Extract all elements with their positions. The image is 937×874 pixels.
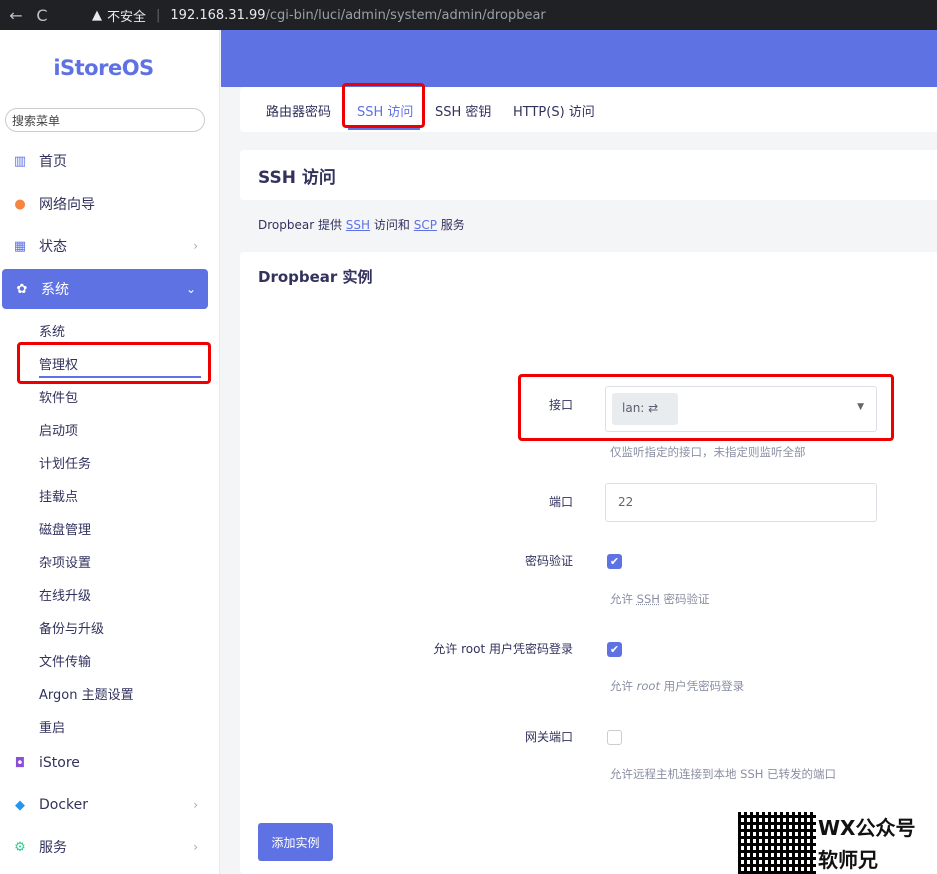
header-band <box>221 30 937 87</box>
submenu-item-disk[interactable]: 磁盘管理 <box>39 519 91 538</box>
password-auth-checkbox[interactable]: ✔ <box>607 554 622 569</box>
submenu-item-argon[interactable]: Argon 主题设置 <box>39 684 134 703</box>
tab-https-access[interactable]: HTTP(S) 访问 <box>513 101 595 120</box>
password-auth-desc-suffix: 密码验证 <box>659 592 710 606</box>
search-input[interactable]: 搜索菜单 <box>5 108 205 132</box>
root-login-desc-root: root <box>636 679 660 693</box>
password-auth-desc-ssh: SSH <box>636 592 660 606</box>
tab-ssh-keys[interactable]: SSH 密钥 <box>435 101 491 120</box>
submenu-item-system[interactable]: 系统 <box>39 321 65 340</box>
password-auth-label: 密码验证 <box>524 554 573 568</box>
sidebar-item-label: Docker <box>39 797 89 813</box>
tab-router-password[interactable]: 路由器密码 <box>266 101 331 120</box>
highlight-ssh-tab <box>342 83 425 128</box>
chevron-right-icon: › <box>193 840 198 854</box>
sidebar-item-status[interactable]: ▦ 状态 › <box>0 226 210 266</box>
qr-code <box>738 812 816 874</box>
sidebar-item-home[interactable]: ▥ 首页 <box>0 141 210 181</box>
watermark: WX公众号 软师兄 <box>738 812 915 874</box>
active-tab-indicator <box>348 128 420 130</box>
security-warning[interactable]: ▲ 不安全 <box>92 6 146 25</box>
page-header: SSH 访问 <box>240 150 937 200</box>
gateway-ports-checkbox[interactable] <box>607 730 622 745</box>
submenu-item-mounts[interactable]: 挂载点 <box>39 486 78 505</box>
url-divider: | <box>156 7 161 23</box>
root-login-label: 允许 root 用户凭密码登录 <box>433 642 573 656</box>
description-middle: 访问和 <box>370 218 414 232</box>
map-pin-icon: ● <box>14 196 26 212</box>
chevron-right-icon: › <box>193 798 198 812</box>
ssh-link[interactable]: SSH <box>346 218 370 232</box>
port-label: 端口 <box>548 495 573 509</box>
submenu-item-file-transfer[interactable]: 文件传输 <box>39 651 91 670</box>
cogs-icon: ⚙ <box>14 839 26 855</box>
description-prefix: Dropbear 提供 <box>258 218 346 232</box>
section-title: Dropbear 实例 <box>258 268 373 286</box>
submenu-item-backup[interactable]: 备份与升级 <box>39 618 104 637</box>
add-instance-button[interactable]: 添加实例 <box>258 823 333 861</box>
root-login-checkbox[interactable]: ✔ <box>607 642 622 657</box>
watermark-line1: WX公众号 <box>818 816 916 840</box>
port-input[interactable]: 22 <box>605 483 877 522</box>
password-auth-desc-prefix: 允许 <box>610 592 637 606</box>
chevron-right-icon: › <box>193 239 198 253</box>
description-suffix: 服务 <box>436 218 465 232</box>
root-login-description: 允许 root 用户凭密码登录 <box>610 678 744 694</box>
scp-link[interactable]: SCP <box>414 218 437 232</box>
sidebar-item-system[interactable]: ✿ 系统 ⌄ <box>2 269 208 309</box>
submenu-item-upgrade[interactable]: 在线升级 <box>39 585 91 604</box>
sidebar-item-label: iStore <box>39 755 80 771</box>
submenu-item-startup[interactable]: 启动项 <box>39 420 78 439</box>
page-title: SSH 访问 <box>258 168 336 188</box>
root-login-desc-suffix: 用户凭密码登录 <box>659 679 745 693</box>
root-login-desc-prefix: 允许 <box>610 679 637 693</box>
logo[interactable]: iStoreOS <box>0 56 207 80</box>
sidebar-item-docker[interactable]: ◆ Docker › <box>0 785 210 825</box>
warning-icon: ▲ <box>92 7 102 23</box>
sidebar-item-services[interactable]: ⚙ 服务 › <box>0 827 210 867</box>
page-description: Dropbear 提供 SSH 访问和 SCP 服务 <box>258 216 465 233</box>
submenu-item-cron[interactable]: 计划任务 <box>39 453 91 472</box>
sidebar-item-label: 状态 <box>39 239 67 255</box>
highlight-interface-field <box>518 374 894 441</box>
sidebar-item-label: 服务 <box>39 840 67 856</box>
gateway-ports-description: 允许远程主机连接到本地 SSH 已转发的端口 <box>610 767 837 781</box>
docker-icon: ◆ <box>15 797 25 813</box>
sidebar: iStoreOS 搜索菜单 ▥ 首页 ● 网络向导 ▦ 状态 › ✿ 系统 ⌄ … <box>0 30 220 874</box>
watermark-text: WX公众号 软师兄 <box>818 812 915 874</box>
sidebar-item-label: 网络向导 <box>39 197 95 213</box>
dashboard-icon: ▦ <box>13 238 27 254</box>
sidebar-item-label: 系统 <box>41 282 69 298</box>
back-icon[interactable]: ← <box>6 5 26 25</box>
sidebar-item-label: 首页 <box>39 154 67 170</box>
url-path: /cgi-bin/luci/admin/system/admin/dropbea… <box>265 7 546 23</box>
browser-toolbar: ← C ▲ 不安全 | 192.168.31.99/cgi-bin/luci/a… <box>0 0 937 30</box>
sidebar-item-network-wizard[interactable]: ● 网络向导 <box>0 184 210 224</box>
reload-icon[interactable]: C <box>32 5 52 25</box>
chart-icon: ▥ <box>13 153 27 169</box>
interface-description: 仅监听指定的接口，未指定则监听全部 <box>610 445 806 459</box>
password-auth-description: 允许 SSH 密码验证 <box>610 591 710 607</box>
submenu-item-misc[interactable]: 杂项设置 <box>39 552 91 571</box>
watermark-line2: 软师兄 <box>818 848 878 872</box>
submenu-item-reboot[interactable]: 重启 <box>39 717 65 736</box>
gear-icon: ✿ <box>16 281 28 297</box>
submenu-item-software[interactable]: 软件包 <box>39 387 78 406</box>
address-bar[interactable]: 192.168.31.99/cgi-bin/luci/admin/system/… <box>170 8 545 23</box>
url-host: 192.168.31.99 <box>170 7 266 23</box>
chevron-down-icon: ⌄ <box>185 282 196 296</box>
gateway-ports-label: 网关端口 <box>524 730 573 744</box>
sidebar-item-istore[interactable]: ◘ iStore <box>0 743 210 783</box>
bag-icon: ◘ <box>14 755 26 771</box>
dropbear-section: Dropbear 实例 接口 lan: ⇄ ▼ 仅监听指定的接口，未指定则监听全… <box>240 252 937 874</box>
security-warning-text: 不安全 <box>107 9 147 25</box>
highlight-admin-menu <box>17 342 211 384</box>
